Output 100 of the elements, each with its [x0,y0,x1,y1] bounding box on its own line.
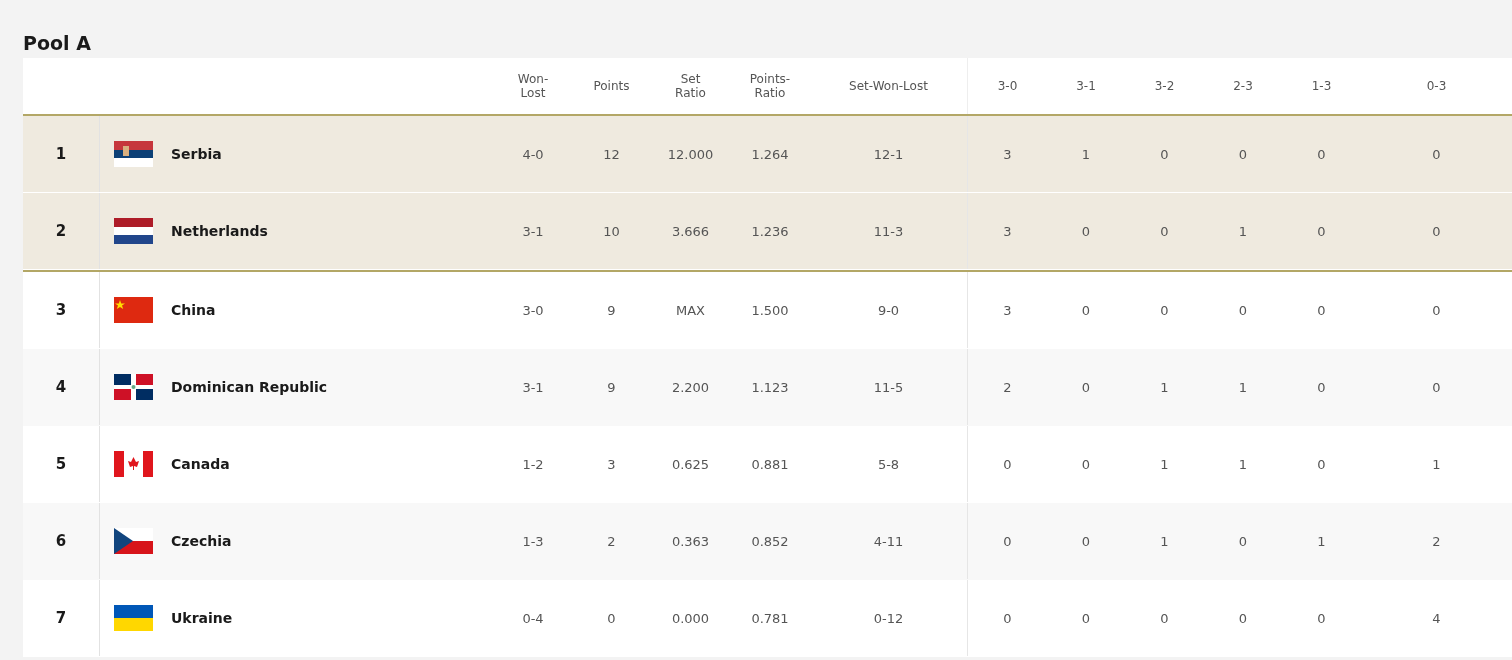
table-cell: 3 [967,116,1047,192]
rank-cell: 4 [23,349,100,425]
table-cell-text: 1 [1316,532,1327,551]
table-cell-text: 0 [606,609,617,628]
table-cell-text: 0 [1237,609,1249,628]
table-cell-text: 0 [1237,301,1249,320]
table-cell-text: 0 [1316,378,1327,397]
table-cell-text: 10 [602,222,621,241]
flag-icon [114,141,153,167]
table-cell-text: 0 [1316,222,1327,241]
table-cell-text: 2 [1431,532,1442,551]
table-cell-text: 1.123 [750,378,790,397]
table-cell-text: 1 [1159,532,1170,551]
column-header: Won- Lost [516,71,550,102]
table-cell: 3 [967,193,1047,269]
table-cell-text: 3 [606,455,617,474]
table-cell-text: 1 [1431,455,1442,474]
table-cell-text: 1.236 [750,222,790,241]
column-header: 3-0 [967,58,1047,114]
flag-icon [114,451,153,477]
column-header: Set-Won-Lost [848,78,929,95]
team-name: Canada [171,456,230,472]
table-cell-text: 0 [1237,532,1249,551]
table-cell-text: 1 [1237,455,1249,474]
column-header: Set Ratio [674,71,707,102]
table-cell: 3 [967,272,1047,348]
table-cell-text: 0 [1431,145,1442,164]
table-cell-text: 1-3 [521,532,545,551]
table-cell-text: 11-5 [872,378,905,397]
rank-cell: 3 [23,272,100,348]
table-cell-text: 12.000 [666,145,715,164]
table-cell-text: 0 [1316,145,1327,164]
table-cell-text: 0 [1159,222,1170,241]
flag-icon [114,218,153,244]
rank-cell: 1 [23,116,100,192]
table-cell-text: 0 [1316,609,1327,628]
table-cell-text: 1-2 [521,455,545,474]
team-name: Czechia [171,533,232,549]
table-cell-text: 3.666 [670,222,711,241]
column-header: 2-3 [1232,78,1254,95]
flag-icon [114,297,153,323]
table-cell-text: 0.363 [670,532,711,551]
table-cell-text: 0 [1316,301,1327,320]
table-cell-text: 1 [1159,378,1170,397]
table-cell-text: 0.625 [670,455,711,474]
table-cell-text: 2.200 [670,378,711,397]
table-cell-text: 1 [1237,378,1249,397]
table-cell-text: 0-12 [872,609,905,628]
column-header: Points- Ratio [748,71,792,102]
team-name: Netherlands [171,223,268,239]
pool-title: Pool A [23,31,92,56]
table-cell-text: 1 [1237,222,1249,241]
rank-cell: 7 [23,580,100,656]
column-header: 3-2 [1153,78,1176,95]
table-cell-text: 0-4 [521,609,545,628]
table-cell-text: 0 [1080,609,1092,628]
rank-cell: 6 [23,503,100,579]
table-cell-text: MAX [675,301,706,320]
table-cell-text: 2 [606,532,617,551]
table-cell-text: 0 [1080,455,1092,474]
table-cell-text: 0 [1080,301,1092,320]
table-cell-text: 9 [606,378,617,397]
table-cell-text: 12 [602,145,621,164]
table-cell: 2 [967,349,1047,425]
flag-icon [114,528,153,554]
column-header: 1-3 [1310,78,1333,95]
table-cell-text: 0 [1080,222,1092,241]
table-cell-text: 1 [1159,455,1170,474]
table-cell-text: 5-8 [876,455,901,474]
rank-cell: 5 [23,426,100,502]
table-cell-text: 0.881 [750,455,790,474]
table-cell-text: 0 [1237,145,1249,164]
table-cell-text: 3-0 [521,301,545,320]
table-cell-text: 0 [1316,455,1327,474]
team-name: Ukraine [171,610,233,626]
table-cell-text: 1.264 [750,145,790,164]
table-cell-text: 0 [1080,532,1092,551]
table-cell-text: 0 [1431,378,1442,397]
table-cell-text: 3-1 [521,222,545,241]
table-cell-text: 0.852 [750,532,790,551]
table-cell-text: 0 [1431,301,1442,320]
table-cell-text: 4 [1431,609,1442,628]
table-cell: 0 [967,503,1047,579]
column-header: 3-1 [1075,78,1097,95]
table-cell-text: 4-0 [521,145,545,164]
table-cell-text: 0 [1159,609,1170,628]
table-cell-text: 0.000 [670,609,711,628]
flag-icon [114,374,153,400]
team-name: Serbia [171,146,222,162]
table-cell-text: 4-11 [872,532,905,551]
rank-cell: 2 [23,193,100,269]
table-cell-text: 0 [1080,378,1092,397]
table-cell-text: 1.500 [750,301,790,320]
table-cell: 0 [967,580,1047,656]
table-cell-text: 0 [1159,301,1170,320]
table-cell: 0 [967,426,1047,502]
table-cell-text: 1 [1080,145,1092,164]
table-cell-text: 3-1 [521,378,545,397]
table-cell-text: 9-0 [876,301,901,320]
flag-icon [114,605,153,631]
